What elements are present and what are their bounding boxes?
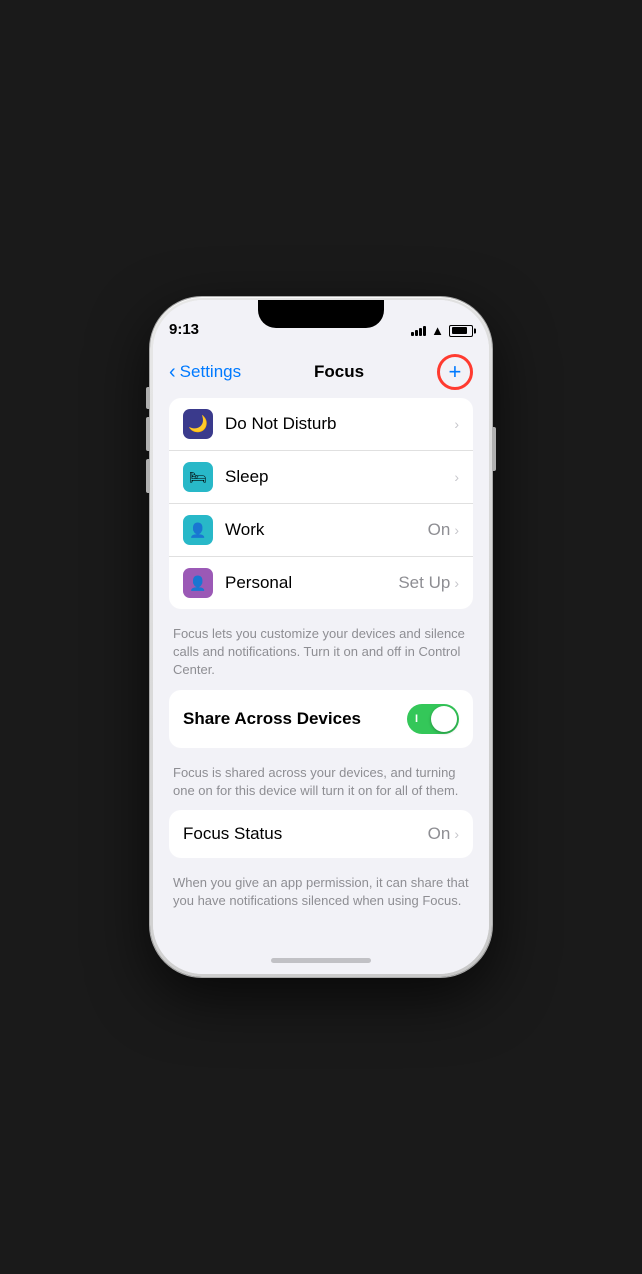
add-focus-button[interactable] (437, 354, 473, 390)
status-bar: 9:13 ▲ (153, 300, 489, 344)
work-icon: 👤 (183, 515, 213, 545)
page-title: Focus (314, 362, 364, 382)
work-chevron-icon: › (454, 522, 459, 538)
mute-button[interactable] (146, 387, 150, 409)
signal-bar-1 (411, 332, 414, 336)
phone-screen: 9:13 ▲ ‹ Set (153, 300, 489, 974)
power-button[interactable] (492, 427, 496, 471)
focus-status-value: On (428, 824, 451, 844)
work-status: On (428, 520, 451, 540)
signal-bar-4 (423, 326, 426, 336)
personal-status: Set Up (398, 573, 450, 593)
focus-item-work[interactable]: 👤 Work On › (169, 504, 473, 557)
personal-right: Set Up › (398, 573, 459, 593)
work-label: Work (225, 520, 428, 540)
focus-status-chevron-icon: › (454, 826, 459, 842)
do-not-disturb-icon: 🌙 (183, 409, 213, 439)
personal-chevron-icon: › (454, 575, 459, 591)
notch (258, 300, 384, 328)
share-devices-toggle[interactable] (407, 704, 459, 734)
status-icons: ▲ (411, 323, 473, 338)
do-not-disturb-right: › (454, 416, 459, 432)
sleep-right: › (454, 469, 459, 485)
battery-icon (449, 325, 473, 337)
signal-bar-3 (419, 328, 422, 336)
focus-status-row[interactable]: Focus Status On › (169, 810, 473, 858)
focus-status-card: Focus Status On › (169, 810, 473, 858)
sleep-label: Sleep (225, 467, 454, 487)
screen-content: 9:13 ▲ ‹ Set (153, 300, 489, 974)
back-label: Settings (180, 362, 241, 382)
main-content: 🌙 Do Not Disturb › 🛏 Sleep › (153, 398, 489, 946)
share-devices-row: Share Across Devices (169, 690, 473, 748)
focus-status-description: When you give an app permission, it can … (169, 866, 473, 920)
do-not-disturb-label: Do Not Disturb (225, 414, 454, 434)
phone-device: 9:13 ▲ ‹ Set (150, 297, 492, 977)
toggle-knob (431, 706, 457, 732)
volume-down-button[interactable] (146, 459, 150, 493)
personal-label: Personal (225, 573, 398, 593)
focus-item-do-not-disturb[interactable]: 🌙 Do Not Disturb › (169, 398, 473, 451)
chevron-right-icon: › (454, 416, 459, 432)
signal-bars-icon (411, 326, 426, 336)
focus-item-personal[interactable]: 👤 Personal Set Up › (169, 557, 473, 609)
share-devices-card: Share Across Devices (169, 690, 473, 748)
moon-emoji: 🌙 (188, 414, 208, 434)
share-devices-label: Share Across Devices (183, 709, 407, 729)
share-description: Focus is shared across your devices, and… (169, 756, 473, 810)
battery-fill (452, 327, 467, 334)
back-chevron-icon: ‹ (169, 362, 176, 382)
home-bar (271, 958, 371, 963)
focus-list-card: 🌙 Do Not Disturb › 🛏 Sleep › (169, 398, 473, 609)
sleep-chevron-icon: › (454, 469, 459, 485)
wifi-icon: ▲ (431, 323, 444, 338)
home-indicator (153, 946, 489, 974)
focus-description: Focus lets you customize your devices an… (169, 617, 473, 690)
navigation-header: ‹ Settings Focus (153, 344, 489, 398)
sleep-icon: 🛏 (183, 462, 213, 492)
focus-item-sleep[interactable]: 🛏 Sleep › (169, 451, 473, 504)
work-right: On › (428, 520, 459, 540)
back-button[interactable]: ‹ Settings (169, 362, 241, 382)
volume-up-button[interactable] (146, 417, 150, 451)
focus-status-label: Focus Status (183, 824, 428, 844)
signal-bar-2 (415, 330, 418, 336)
personal-icon: 👤 (183, 568, 213, 598)
